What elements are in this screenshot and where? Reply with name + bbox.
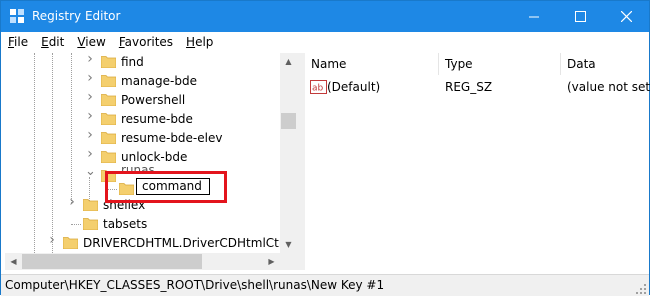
key-tree-pane[interactable]: › find › manage-bde › Powershell › resume-bde › r…: [5, 53, 297, 253]
tree-item-label: manage-bde: [121, 74, 197, 88]
scroll-down-arrow-icon[interactable]: ▼: [280, 236, 297, 253]
tree-vertical-scrollbar[interactable]: ▲ ▼: [280, 53, 297, 253]
menu-view-label: iew: [85, 35, 106, 49]
string-value-icon: ab: [310, 80, 327, 94]
expand-chevron-icon[interactable]: ›: [85, 147, 95, 161]
column-header-type[interactable]: Type: [439, 53, 561, 75]
tree-item-find[interactable]: › find: [5, 53, 297, 72]
folder-icon: [101, 151, 116, 163]
resize-grip-icon[interactable]: [636, 284, 646, 294]
expand-chevron-icon[interactable]: ›: [85, 128, 95, 142]
menu-help[interactable]: Help: [179, 32, 219, 52]
folder-icon: [101, 113, 116, 125]
scroll-left-arrow-icon[interactable]: ◀: [5, 253, 22, 270]
pane-splitter[interactable]: [297, 53, 305, 270]
expand-chevron-icon[interactable]: ›: [85, 71, 95, 85]
collapse-chevron-icon[interactable]: ⌄: [85, 165, 96, 178]
scroll-right-arrow-icon[interactable]: ▶: [263, 253, 280, 270]
menu-help-accel: H: [186, 35, 196, 49]
expand-chevron-icon[interactable]: ›: [85, 53, 95, 66]
registry-editor-window: Registry Editor File Edit View Favorites…: [0, 0, 650, 296]
close-icon: [620, 11, 632, 22]
value-type: REG_SZ: [445, 80, 493, 94]
status-bar: Computer\HKEY_CLASSES_ROOT\Drive\shell\r…: [1, 274, 649, 296]
expand-chevron-icon[interactable]: ›: [85, 90, 95, 104]
folder-icon: [83, 218, 98, 230]
menu-favorites-label: avorites: [124, 35, 174, 49]
tree-item-powershell[interactable]: › Powershell: [5, 90, 297, 110]
svg-text:ab: ab: [312, 84, 324, 94]
scroll-thumb[interactable]: [281, 113, 296, 129]
value-data: (value not set): [567, 80, 650, 94]
minimize-button[interactable]: [511, 1, 557, 32]
tree-horizontal-scrollbar[interactable]: ◀ ▶: [5, 253, 297, 270]
tree-item-resume-bde[interactable]: › resume-bde: [5, 109, 297, 129]
status-path: Computer\HKEY_CLASSES_ROOT\Drive\shell\r…: [5, 278, 385, 292]
minimize-icon: [528, 16, 539, 18]
values-pane[interactable]: Name Type Data ab (Default) REG_SZ (valu…: [305, 53, 650, 270]
horizontal-scroll-thumb[interactable]: [22, 254, 202, 269]
tree-item-label: Powershell: [121, 93, 186, 107]
folder-icon: [63, 237, 78, 249]
column-header-name[interactable]: Name: [305, 53, 439, 75]
menu-edit[interactable]: Edit: [34, 32, 70, 52]
menu-edit-label: dit: [48, 35, 65, 49]
tree-connector-line: [71, 224, 81, 225]
column-header-data[interactable]: Data: [561, 53, 649, 75]
folder-icon: [101, 94, 116, 106]
highlight-annotation-box: [105, 171, 227, 203]
scrollbar-corner: [280, 253, 297, 270]
tree-item-label: unlock-bde: [121, 150, 188, 164]
close-button[interactable]: [603, 1, 649, 32]
menu-view[interactable]: View: [70, 32, 111, 52]
folder-icon: [101, 132, 116, 144]
scroll-up-arrow-icon[interactable]: ▲: [280, 53, 297, 70]
tree-item-resume-bde-elev[interactable]: › resume-bde-elev: [5, 128, 297, 148]
menu-file-label: ile: [14, 35, 29, 49]
maximize-button[interactable]: [557, 1, 603, 32]
folder-icon: [101, 75, 116, 87]
tree-item-label: resume-bde-elev: [121, 131, 223, 145]
window-title: Registry Editor: [32, 9, 121, 23]
menu-bar: File Edit View Favorites Help: [1, 32, 649, 52]
tree-item-label: resume-bde: [121, 112, 193, 126]
tree-item-label: find: [121, 55, 144, 69]
tree-item-label: tabsets: [103, 217, 148, 231]
menu-help-label: elp: [195, 35, 214, 49]
value-row[interactable]: ab (Default) REG_SZ (value not set): [305, 77, 650, 97]
tree-item-manage-bde[interactable]: › manage-bde: [5, 71, 297, 91]
title-bar[interactable]: Registry Editor: [1, 1, 649, 32]
expand-chevron-icon[interactable]: ›: [67, 195, 77, 209]
expand-chevron-icon[interactable]: ›: [85, 109, 95, 123]
tree-item-drivercdhtml-drivercdhtmlctrl-1[interactable]: › DRIVERCDHTML.DriverCDHtmlCtrl.1: [5, 233, 297, 253]
registry-app-icon: [10, 9, 24, 23]
tree-item-label: DRIVERCDHTML.DriverCDHtmlCtrl.1: [83, 236, 297, 250]
value-name: (Default): [327, 80, 381, 94]
expand-chevron-icon[interactable]: ›: [47, 233, 57, 247]
menu-favorites[interactable]: Favorites: [112, 32, 179, 52]
maximize-icon: [574, 11, 586, 22]
menu-file[interactable]: File: [1, 32, 34, 52]
menu-edit-accel: E: [41, 35, 49, 49]
folder-icon: [101, 56, 116, 68]
folder-icon: [83, 199, 98, 211]
